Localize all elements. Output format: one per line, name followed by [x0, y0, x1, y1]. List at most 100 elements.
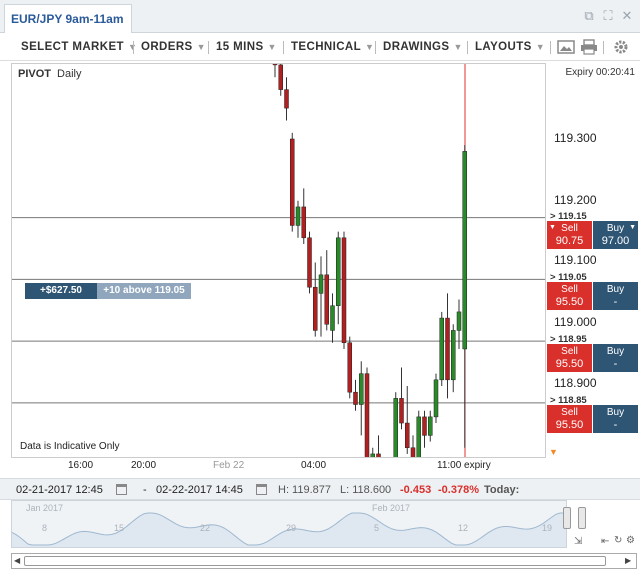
navigator-handle-right[interactable]: [578, 507, 586, 529]
buy-price: -: [613, 419, 618, 431]
gear-icon[interactable]: [612, 39, 630, 55]
divider: [208, 41, 209, 54]
settings-small-icon[interactable]: ⚙: [626, 535, 635, 546]
print-icon[interactable]: [580, 39, 598, 55]
buy-label: Buy: [606, 284, 625, 295]
position-pnl-badge[interactable]: +$627.50: [25, 283, 97, 299]
menu-orders[interactable]: ORDERS ▼: [141, 41, 206, 53]
caret-down-icon: ▼: [453, 42, 463, 52]
candle-body: [433, 379, 439, 418]
scroll-left-arrow-icon[interactable]: ◀: [14, 556, 20, 565]
time-axis: 16:00 20:00 Feb 22 04:00 11:00 expiry: [11, 458, 545, 476]
indicator-label: PIVOT Daily: [18, 68, 81, 80]
range-navigator[interactable]: Jan 2017 8 15 22 29 Feb 2017 5 12 19: [11, 500, 567, 548]
indicator-period: Daily: [57, 68, 82, 80]
range-end-date[interactable]: 02-22-2017 14:45: [156, 484, 243, 496]
buy-arrow-icon: ▼: [629, 224, 636, 231]
tab-eurjpy[interactable]: EUR/JPY 9am-11am: [4, 4, 132, 33]
range-dash: -: [143, 484, 147, 496]
change-value: -0.453: [400, 484, 432, 496]
navigator-label: 5: [374, 523, 380, 533]
buy-price: 97.00: [601, 235, 630, 247]
sell-button[interactable]: Sell 95.50: [547, 405, 592, 433]
sell-button[interactable]: Sell 95.50: [547, 344, 592, 372]
detach-icon[interactable]: ⧉: [582, 8, 596, 24]
sell-price: 95.50: [555, 419, 584, 431]
menu-layouts[interactable]: LAYOUTS ▼: [475, 41, 545, 53]
candle-body: [324, 274, 329, 325]
reset-icon[interactable]: ↻: [614, 535, 622, 546]
y-tick: 119.300: [554, 131, 597, 145]
candle-body: [462, 151, 467, 350]
navigator-label: 29: [286, 523, 297, 533]
menu-technical[interactable]: TECHNICAL ▼: [291, 41, 374, 53]
maximize-icon[interactable]: ⛶: [601, 8, 615, 24]
candle-body: [422, 416, 427, 436]
caret-down-icon: ▼: [267, 42, 277, 52]
buy-button[interactable]: Buy ▼ 97.00: [593, 221, 638, 249]
menu-select-market[interactable]: SELECT MARKET▼: [21, 41, 137, 53]
divider: [283, 41, 284, 54]
calendar-icon[interactable]: [116, 484, 127, 495]
range-start-date[interactable]: 02-21-2017 12:45: [16, 484, 103, 496]
scroll-down-arrow-icon[interactable]: ▼: [549, 447, 558, 457]
image-icon[interactable]: [557, 39, 575, 55]
menu-label: LAYOUTS: [475, 41, 532, 53]
menu-label: ORDERS: [141, 41, 193, 53]
candle-body: [439, 317, 444, 381]
today-label: Today:: [484, 484, 520, 496]
menu-drawings[interactable]: DRAWINGS ▼: [383, 41, 463, 53]
horizontal-scrollbar[interactable]: ◀ ▶: [11, 553, 637, 569]
candle-body: [428, 416, 433, 436]
chart-toolbar: SELECT MARKET▼ ORDERS▼ 15 MINS▼ TECHNICA…: [0, 34, 640, 61]
scrollbar-thumb[interactable]: [24, 556, 606, 566]
candle-body: [341, 237, 347, 344]
candle-body: [278, 64, 283, 90]
close-icon[interactable]: ✕: [620, 8, 634, 24]
menu-interval[interactable]: 15 MINS ▼: [216, 41, 277, 53]
expiry-countdown: Expiry 00:20:41: [565, 67, 636, 78]
position-desc-badge[interactable]: +10 above 119.05: [97, 283, 191, 299]
sell-button[interactable]: ▼ Sell 90.75: [547, 221, 592, 249]
navigator-arrow-icon[interactable]: ⇲: [574, 536, 582, 547]
candle-body: [445, 317, 450, 381]
divider: [467, 41, 468, 54]
divider: [550, 41, 551, 54]
x-tick: 20:00: [131, 460, 157, 471]
navigator-label: 15: [114, 523, 125, 533]
candle-body: [336, 237, 341, 306]
sell-button[interactable]: Sell 95.50: [547, 282, 592, 310]
zoom-in-icon[interactable]: ⇤: [601, 536, 609, 547]
candlestick-plot: [12, 64, 545, 457]
divider: [133, 41, 134, 54]
sell-label: Sell: [561, 223, 578, 234]
buy-label: Buy: [606, 346, 625, 357]
navigator-label: 12: [458, 523, 469, 533]
candle-body: [416, 416, 421, 457]
menu-label: TECHNICAL: [291, 41, 362, 53]
buy-button[interactable]: Buy -: [593, 282, 638, 310]
y-tick: 118.900: [554, 376, 597, 390]
caret-down-icon: ▼: [365, 42, 375, 52]
divider: [603, 41, 604, 54]
candle-body: [359, 373, 364, 405]
navigator-label: 22: [200, 523, 211, 533]
candle-body: [284, 89, 289, 109]
high-value: H: 119.877: [278, 484, 332, 496]
candle-body: [456, 311, 462, 331]
candle-body: [290, 138, 295, 226]
navigator-handle-left[interactable]: [563, 507, 571, 529]
candle-body: [405, 422, 410, 448]
y-tick: 119.200: [554, 193, 597, 207]
price-axis-panel: Expiry 00:20:41 119.300 119.200 119.100 …: [545, 63, 639, 458]
buy-button[interactable]: Buy -: [593, 405, 638, 433]
price-chart[interactable]: PIVOT Daily Data is Indicative Only: [11, 63, 545, 458]
buy-label: Buy: [606, 223, 625, 234]
menu-label: DRAWINGS: [383, 41, 450, 53]
sell-price: 90.75: [555, 235, 584, 247]
calendar-icon[interactable]: [256, 484, 267, 495]
candle-body: [364, 373, 370, 457]
buy-button[interactable]: Buy -: [593, 344, 638, 372]
y-tick: 119.100: [554, 253, 597, 267]
scroll-right-arrow-icon[interactable]: ▶: [625, 556, 631, 565]
